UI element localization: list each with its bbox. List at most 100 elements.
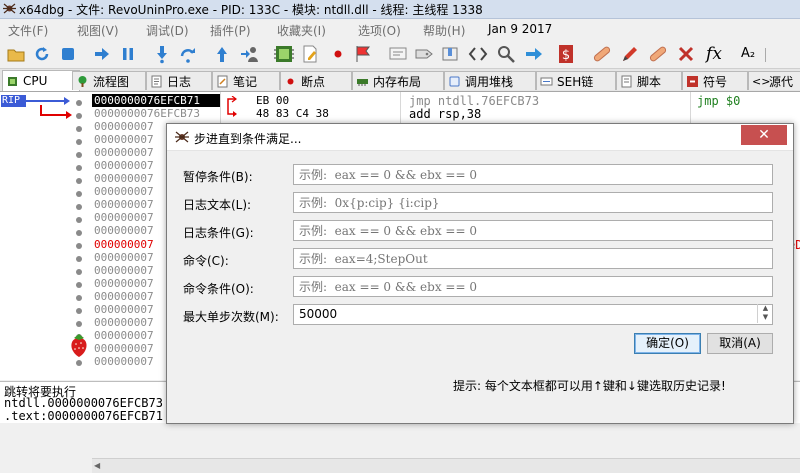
max-steps-stepper[interactable]: ▲ ▼ [757,304,773,323]
bookmark-icon[interactable] [440,44,460,64]
spin-down-icon[interactable]: ▼ [758,313,773,322]
log-icon [151,75,162,87]
command-label: 命令(C): [183,254,229,268]
table-row-address[interactable]: 000000007 [94,342,154,355]
tab-call-stack[interactable]: 调用堆栈 [444,71,536,90]
row-dot [76,360,82,366]
menu-favourites[interactable]: 收藏夹(I) [277,22,326,39]
instruction-text[interactable]: add rsp,38 [409,107,481,121]
seh-icon [540,77,553,85]
menu-view[interactable]: 视图(V) [77,22,119,39]
log-condition-input[interactable] [293,220,773,241]
scylla-icon[interactable] [274,44,294,64]
table-row-address[interactable]: 000000007 [94,133,154,146]
instruction-text[interactable]: jmp ntdll.76EFCB73 [409,94,539,108]
graph-icon [78,75,87,87]
instruction-comment: jmp $0 [697,94,741,108]
max-steps-spinbox[interactable]: 50000 [293,304,773,325]
log-text-label: 日志文本(L): [183,198,252,212]
log-condition-label: 日志条件(G): [183,226,254,240]
table-row-address[interactable]: 000000007 [94,198,154,211]
run-to-user-code-icon[interactable] [240,44,260,64]
table-row-address[interactable]: 000000007 [94,146,154,159]
tab-notes[interactable]: 笔记 [212,71,280,90]
command-condition-input[interactable] [293,276,773,297]
strings-icon[interactable]: $ [556,44,576,64]
find-icon[interactable] [496,44,516,64]
table-row-address[interactable]: 000000007 [94,251,154,264]
comment-icon[interactable] [388,44,408,64]
font-size-icon[interactable]: A₂ [738,44,758,64]
table-row-address[interactable]: 000000007 [94,290,154,303]
animate-icon[interactable] [524,44,544,64]
table-row-address[interactable]: 000000007 [94,224,154,237]
tab-graph[interactable]: 流程图 [72,71,146,90]
scroll-left-icon[interactable]: ◀ [94,461,100,470]
table-row-address[interactable]: 000000007 [94,120,154,133]
stop-icon[interactable] [58,44,78,64]
tab-source[interactable]: <> 源代 [748,71,800,90]
bandage-icon[interactable] [592,44,612,64]
code-icon[interactable] [468,44,488,64]
pen-icon[interactable] [620,44,640,64]
step-until-condition-dialog: 步进直到条件满足... ✕ 暂停条件(B): 日志文本(L): 日志条件(G):… [166,123,794,424]
menu-file[interactable]: 文件(F) [8,22,48,39]
jump-arrows-icon [26,97,72,119]
tab-memory-map[interactable]: 内存布局 [352,71,444,90]
run-icon[interactable] [92,44,112,64]
tab-label: 日志 [167,74,192,89]
command-input[interactable] [293,248,773,269]
run-until-expression-icon[interactable] [354,44,374,64]
table-row-address[interactable]: 000000007 [94,185,154,198]
step-over-icon[interactable] [178,44,198,64]
tab-label: 符号 [703,74,728,89]
tab-symbols[interactable]: 符号 [682,71,748,90]
row-dot [76,321,82,327]
log-text-input[interactable] [293,192,773,213]
callstack-icon [449,76,460,86]
horizontal-scrollbar[interactable]: ◀ [92,458,800,473]
menu-options[interactable]: 选项(O) [358,22,401,39]
tab-seh-chain[interactable]: SEH链 [536,71,616,90]
label-icon[interactable] [414,44,434,64]
table-row-address[interactable]: 000000007 [94,264,154,277]
table-row-address[interactable]: 0000000076EFCB73 [94,107,200,120]
table-row-address[interactable]: 000000007 [94,355,154,368]
cross-icon[interactable] [676,44,696,64]
cancel-button[interactable]: 取消(A) [707,333,773,354]
spin-up-icon[interactable]: ▲ [758,304,773,313]
step-into-icon[interactable] [152,44,172,64]
table-row-address[interactable]: 000000007 [94,172,154,185]
break-condition-input[interactable] [293,164,773,185]
menu-plugins[interactable]: 插件(P) [210,22,251,39]
table-row-address[interactable]: 000000007 [94,316,154,329]
restart-icon[interactable] [32,44,52,64]
breakpoint-icon[interactable] [328,44,348,64]
patch-icon[interactable] [300,44,320,64]
execute-till-return-icon[interactable] [212,44,232,64]
tab-label: CPU [23,74,48,88]
tab-cpu[interactable]: CPU [2,70,80,91]
table-row-address[interactable]: 000000007 [94,303,154,316]
table-row-address[interactable]: 000000007 [94,159,154,172]
row-dot [76,295,82,301]
table-row-address[interactable]: 000000007 [94,329,154,342]
bandage-2-icon[interactable] [648,44,668,64]
table-row-address-red[interactable]: 000000007 [94,238,154,251]
tab-breakpoints[interactable]: 断点 [280,71,352,90]
menu-help[interactable]: 帮助(H) [423,22,465,39]
tab-log[interactable]: 日志 [146,71,212,90]
table-row-address[interactable]: 000000007 [94,277,154,290]
table-row-address[interactable]: 000000007 [94,211,154,224]
symbols-icon [687,75,698,87]
breakpoint-dot-icon [287,78,294,84]
pause-icon[interactable] [118,44,138,64]
menu-debug[interactable]: 调试(D) [146,22,189,39]
close-button[interactable]: ✕ [741,125,787,145]
open-icon[interactable] [6,44,26,64]
selected-address[interactable]: 0000000076EFCB71 [92,94,220,107]
ok-button[interactable]: 确定(O) [634,333,701,354]
expression-icon[interactable]: fx [704,44,724,64]
toolbar: $ fx A₂ [0,40,800,69]
tab-script[interactable]: 脚本 [616,71,682,90]
